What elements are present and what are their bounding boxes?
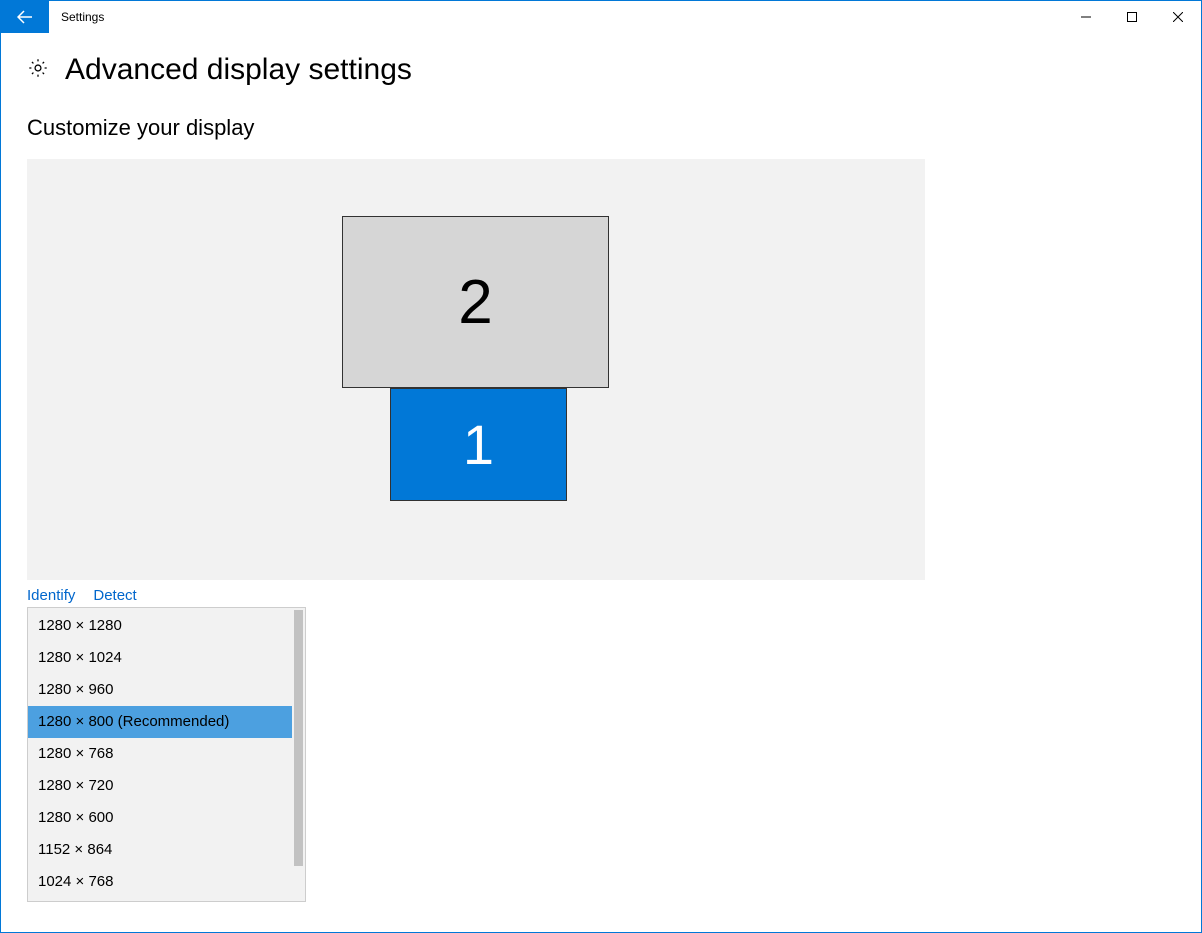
page-title: Advanced display settings (65, 53, 412, 87)
resolution-option[interactable]: 1280 × 1024 (28, 642, 292, 674)
resolution-option[interactable]: 1280 × 1280 (28, 610, 292, 642)
resolution-option[interactable]: 1280 × 768 (28, 738, 292, 770)
title-bar: Settings (1, 1, 1201, 33)
resolution-option[interactable]: 1280 × 600 (28, 802, 292, 834)
minimize-icon (1081, 12, 1091, 22)
resolution-option[interactable]: 1024 × 768 (28, 866, 292, 898)
resolution-option[interactable]: 1280 × 960 (28, 674, 292, 706)
monitor-tile-1[interactable]: 1 (390, 388, 567, 501)
back-arrow-icon (17, 9, 33, 25)
page-header: Advanced display settings (27, 53, 1175, 87)
monitor-label: 2 (458, 267, 492, 338)
minimize-button[interactable] (1063, 1, 1109, 33)
gear-icon (27, 57, 49, 84)
identify-link[interactable]: Identify (27, 587, 75, 604)
dropdown-list: 1280 × 1280 1280 × 1024 1280 × 960 1280 … (28, 608, 292, 901)
resolution-option[interactable]: 1280 × 720 (28, 770, 292, 802)
settings-window: Settings Advanced display settings Cus (0, 0, 1202, 933)
monitor-tile-2[interactable]: 2 (342, 216, 609, 388)
scrollbar-thumb[interactable] (294, 610, 303, 866)
display-action-links: Identify Detect (27, 587, 1175, 604)
maximize-button[interactable] (1109, 1, 1155, 33)
close-icon (1173, 12, 1183, 22)
resolution-option[interactable]: 1152 × 864 (28, 834, 292, 866)
dropdown-scrollbar[interactable] (292, 608, 305, 901)
content-area: Advanced display settings Customize your… (1, 33, 1201, 932)
detect-link[interactable]: Detect (93, 587, 136, 604)
resolution-dropdown[interactable]: 1280 × 1280 1280 × 1024 1280 × 960 1280 … (27, 607, 306, 902)
window-controls (1063, 1, 1201, 33)
close-button[interactable] (1155, 1, 1201, 33)
back-button[interactable] (1, 1, 49, 33)
window-title: Settings (61, 1, 104, 33)
section-title: Customize your display (27, 115, 1175, 141)
maximize-icon (1127, 12, 1137, 22)
monitor-label: 1 (463, 412, 494, 477)
display-arranger[interactable]: 2 1 (27, 159, 925, 580)
resolution-option-selected[interactable]: 1280 × 800 (Recommended) (28, 706, 292, 738)
